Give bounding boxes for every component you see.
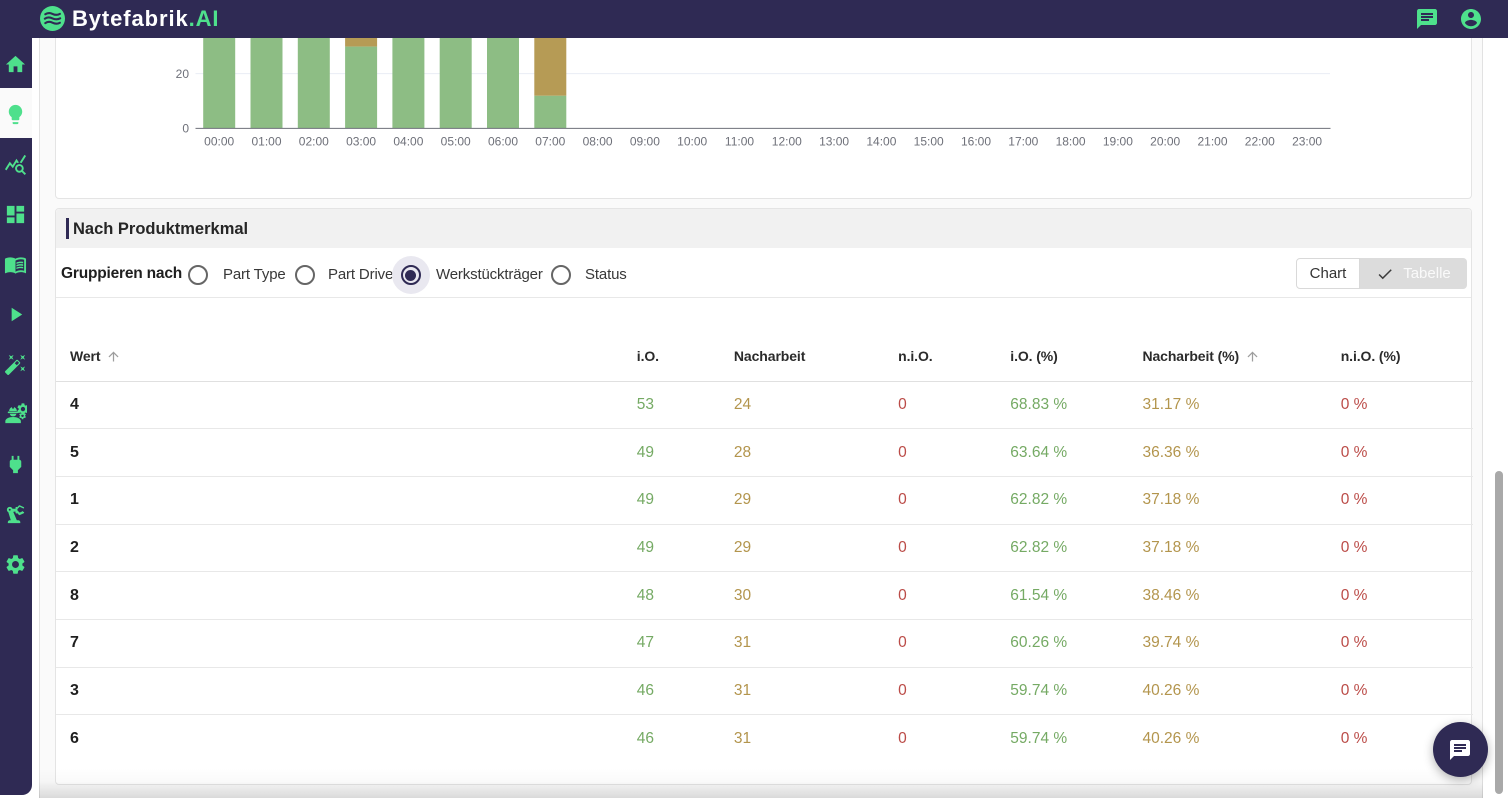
svg-text:06:00: 06:00 [488,134,518,148]
svg-text:17:00: 17:00 [1008,134,1038,148]
svg-text:12:00: 12:00 [772,134,802,148]
svg-text:22:00: 22:00 [1245,134,1275,148]
svg-text:20:00: 20:00 [1150,134,1180,148]
svg-text:10:00: 10:00 [677,134,707,148]
svg-text:03:00: 03:00 [346,134,376,148]
svg-text:23:00: 23:00 [1292,134,1322,148]
svg-text:21:00: 21:00 [1197,134,1227,148]
svg-text:11:00: 11:00 [725,134,754,148]
svg-text:20: 20 [176,67,190,81]
svg-text:14:00: 14:00 [866,134,896,148]
svg-text:08:00: 08:00 [583,134,613,148]
svg-text:18:00: 18:00 [1056,134,1086,148]
svg-text:02:00: 02:00 [299,134,329,148]
svg-text:16:00: 16:00 [961,134,991,148]
svg-text:01:00: 01:00 [251,134,281,148]
svg-text:04:00: 04:00 [393,134,423,148]
svg-text:05:00: 05:00 [441,134,471,148]
svg-text:00:00: 00:00 [204,134,234,148]
svg-text:15:00: 15:00 [914,134,944,148]
svg-text:09:00: 09:00 [630,134,660,148]
svg-text:07:00: 07:00 [535,134,565,148]
svg-text:0: 0 [182,121,189,135]
svg-text:13:00: 13:00 [819,134,849,148]
svg-text:19:00: 19:00 [1103,134,1133,148]
